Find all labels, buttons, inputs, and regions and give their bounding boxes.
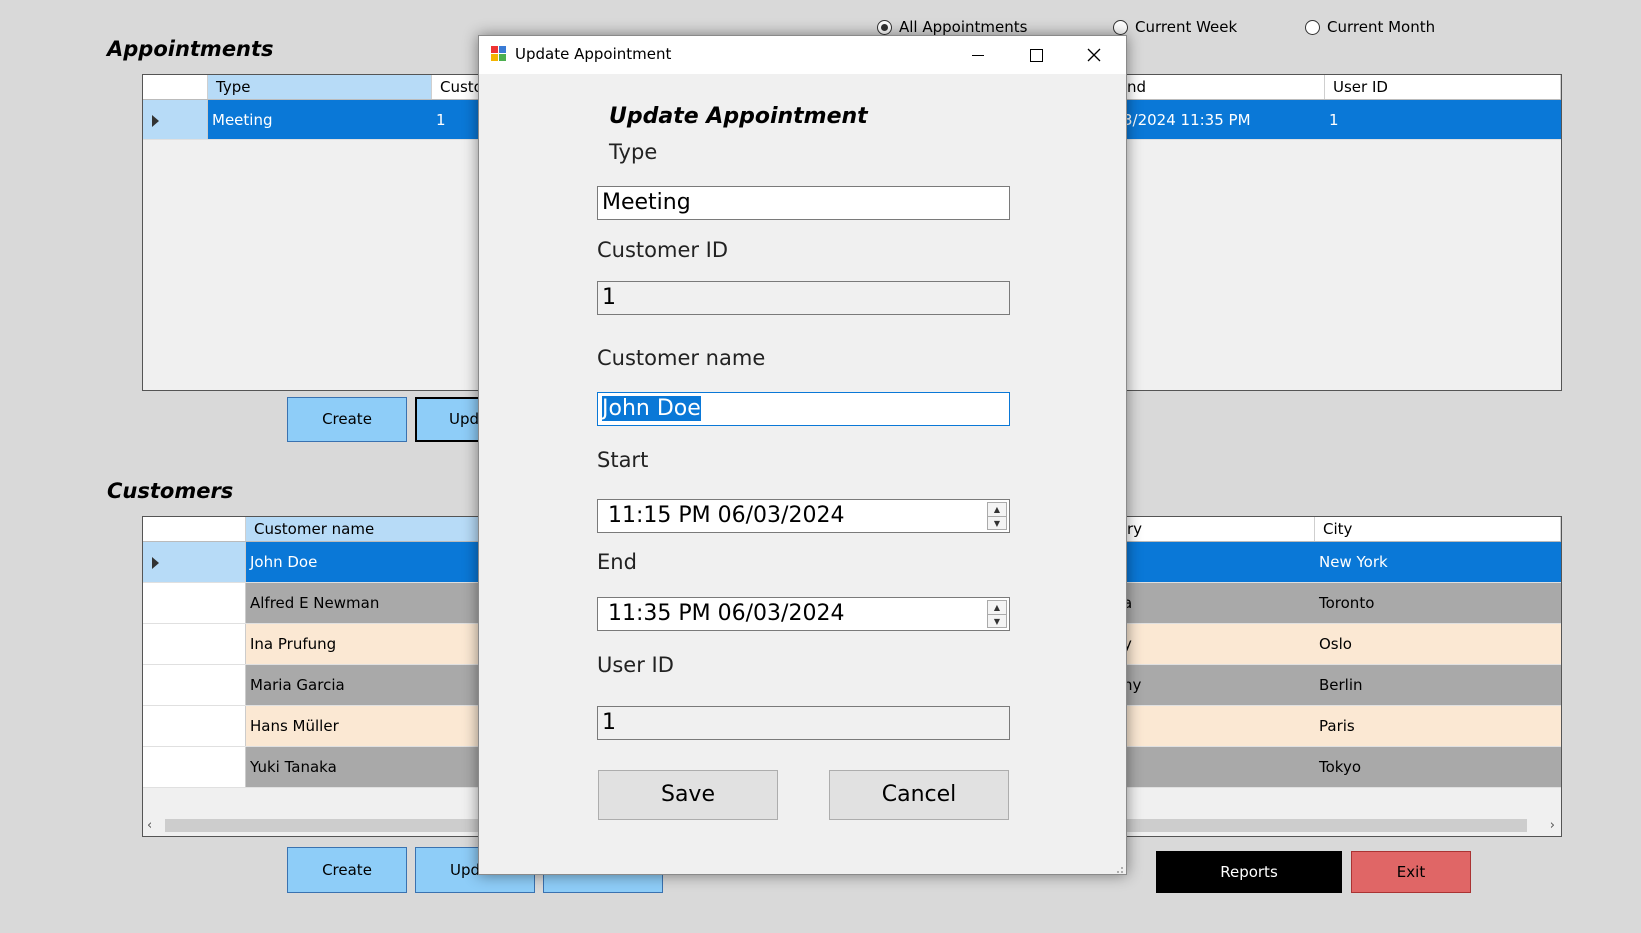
column-header-user-id[interactable]: User ID	[1325, 75, 1561, 99]
row-header[interactable]	[143, 747, 246, 787]
customer-id-input[interactable]: 1	[597, 281, 1010, 315]
row-header[interactable]	[143, 542, 246, 582]
cell-type[interactable]: Meeting	[208, 100, 432, 139]
customer-name-label: Customer name	[597, 346, 766, 370]
minimize-icon[interactable]	[950, 36, 1006, 74]
customer-id-label: Customer ID	[597, 238, 729, 262]
cell-city[interactable]: Paris	[1315, 706, 1561, 746]
cell-country[interactable]: a	[1119, 583, 1315, 623]
customer-name-input[interactable]: John Doe	[597, 392, 1010, 426]
appointment-create-button[interactable]: Create	[287, 397, 407, 442]
column-header-end[interactable]: nd	[1119, 75, 1325, 99]
user-id-input[interactable]: 1	[597, 706, 1010, 740]
cell-country[interactable]	[1119, 542, 1315, 582]
radio-circle[interactable]	[1113, 19, 1128, 35]
cancel-button[interactable]: Cancel	[829, 770, 1009, 820]
update-appointment-dialog[interactable]: Update Appointment Update Appointment Ty…	[478, 35, 1127, 875]
window-title: Update Appointment	[515, 45, 672, 63]
cell-end[interactable]: 3/2024 11:35 PM	[1119, 100, 1325, 139]
cell-user-id[interactable]: 1	[1325, 100, 1561, 139]
radio-label: All Appointments	[899, 18, 1028, 36]
dialog-titlebar[interactable]: Update Appointment	[479, 36, 1126, 74]
current-row-arrow-icon	[152, 115, 159, 127]
cell-country[interactable]: ny	[1119, 665, 1315, 705]
dialog-heading: Update Appointment	[609, 104, 868, 129]
cell-city[interactable]: Berlin	[1315, 665, 1561, 705]
customer-create-button[interactable]: Create	[287, 847, 407, 893]
type-input[interactable]: Meeting	[597, 186, 1010, 220]
start-datetime-picker[interactable]: 11:15 PM 06/03/2024 ▲ ▼	[597, 499, 1010, 533]
radio-label: Current Week	[1135, 18, 1238, 36]
start-spinner[interactable]: ▲ ▼	[987, 502, 1007, 530]
radio-current-week[interactable]: Current Week	[1113, 18, 1237, 36]
start-label: Start	[597, 448, 649, 472]
cell-country[interactable]	[1119, 706, 1315, 746]
radio-all-appointments[interactable]: All Appointments	[877, 18, 1027, 36]
start-value: 11:15 PM 06/03/2024	[608, 503, 845, 528]
end-value: 11:35 PM 06/03/2024	[608, 601, 845, 626]
user-id-label: User ID	[597, 653, 674, 677]
end-spinner[interactable]: ▲ ▼	[987, 600, 1007, 628]
row-header[interactable]	[143, 706, 246, 746]
save-button[interactable]: Save	[598, 770, 778, 820]
radio-circle[interactable]	[877, 19, 892, 35]
column-header-type[interactable]: Type	[208, 75, 432, 99]
cell-country[interactable]: y	[1119, 624, 1315, 664]
end-label: End	[597, 550, 637, 574]
cell-city[interactable]: Oslo	[1315, 624, 1561, 664]
scroll-right-icon[interactable]: ›	[1550, 818, 1555, 833]
type-label: Type	[609, 140, 658, 164]
close-icon[interactable]	[1066, 36, 1122, 74]
cell-city[interactable]: New York	[1315, 542, 1561, 582]
radio-circle[interactable]	[1305, 19, 1320, 35]
cell-city[interactable]: Tokyo	[1315, 747, 1561, 787]
cell-city[interactable]: Toronto	[1315, 583, 1561, 623]
row-header[interactable]	[143, 665, 246, 705]
column-header-city[interactable]: City	[1315, 517, 1561, 541]
row-header[interactable]	[143, 100, 208, 139]
maximize-icon[interactable]	[1008, 36, 1064, 74]
column-header-country[interactable]: ry	[1119, 517, 1315, 541]
resize-grip-icon[interactable]	[1114, 862, 1124, 873]
end-datetime-picker[interactable]: 11:35 PM 06/03/2024 ▲ ▼	[597, 597, 1010, 631]
current-row-arrow-icon	[152, 557, 159, 569]
spin-down-icon[interactable]: ▼	[988, 615, 1006, 628]
radio-current-month[interactable]: Current Month	[1305, 18, 1435, 36]
spin-down-icon[interactable]: ▼	[988, 517, 1006, 530]
appointments-title: Appointments	[107, 37, 274, 61]
reports-button[interactable]: Reports	[1156, 851, 1342, 893]
customers-title: Customers	[107, 479, 234, 503]
radio-label: Current Month	[1327, 18, 1436, 36]
scroll-left-icon[interactable]: ‹	[147, 818, 152, 833]
selected-text: John Doe	[602, 396, 701, 421]
exit-button[interactable]: Exit	[1351, 851, 1471, 893]
row-header[interactable]	[143, 624, 246, 664]
app-icon	[491, 46, 507, 62]
cell-country[interactable]	[1119, 747, 1315, 787]
row-header[interactable]	[143, 583, 246, 623]
